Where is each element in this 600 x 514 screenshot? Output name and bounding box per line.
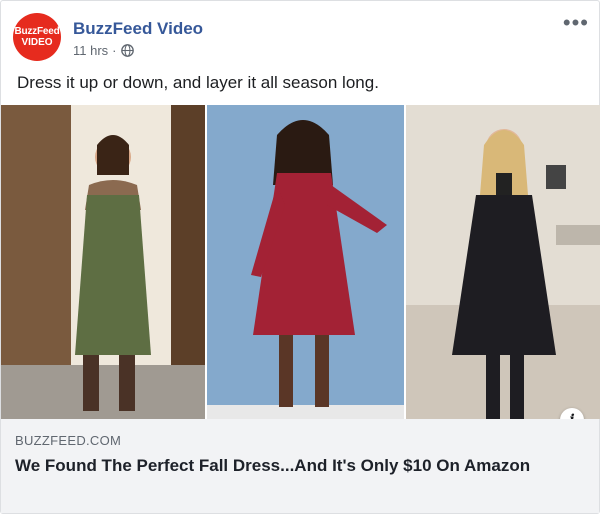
- post-image-collage[interactable]: [1, 105, 600, 419]
- post-caption: Dress it up or down, and layer it all se…: [17, 73, 379, 92]
- photo-black-dress[interactable]: [405, 105, 600, 419]
- photo-green-dress[interactable]: [1, 105, 206, 419]
- meta-separator: ·: [112, 43, 117, 58]
- link-title[interactable]: We Found The Perfect Fall Dress...And It…: [15, 455, 575, 477]
- link-domain: BUZZFEED.COM: [15, 433, 122, 448]
- more-options-icon[interactable]: •••: [563, 12, 589, 34]
- photo-red-dress[interactable]: [205, 105, 406, 419]
- avatar-text-buzzfeed: BuzzFeed: [14, 25, 60, 37]
- page-name-link[interactable]: BuzzFeed Video: [73, 19, 203, 39]
- page-avatar[interactable]: BuzzFeed VIDEO: [13, 13, 61, 61]
- feed-post: BuzzFeed VIDEO BuzzFeed Video 11 hrs · •…: [0, 0, 600, 514]
- post-timestamp[interactable]: 11 hrs: [73, 43, 108, 58]
- link-preview[interactable]: BUZZFEED.COM We Found The Perfect Fall D…: [1, 419, 599, 513]
- globe-icon[interactable]: [120, 44, 134, 57]
- post-header: BuzzFeed VIDEO BuzzFeed Video 11 hrs · •…: [13, 12, 589, 61]
- avatar-text-video: VIDEO: [21, 36, 53, 48]
- post-meta: 11 hrs ·: [73, 43, 134, 58]
